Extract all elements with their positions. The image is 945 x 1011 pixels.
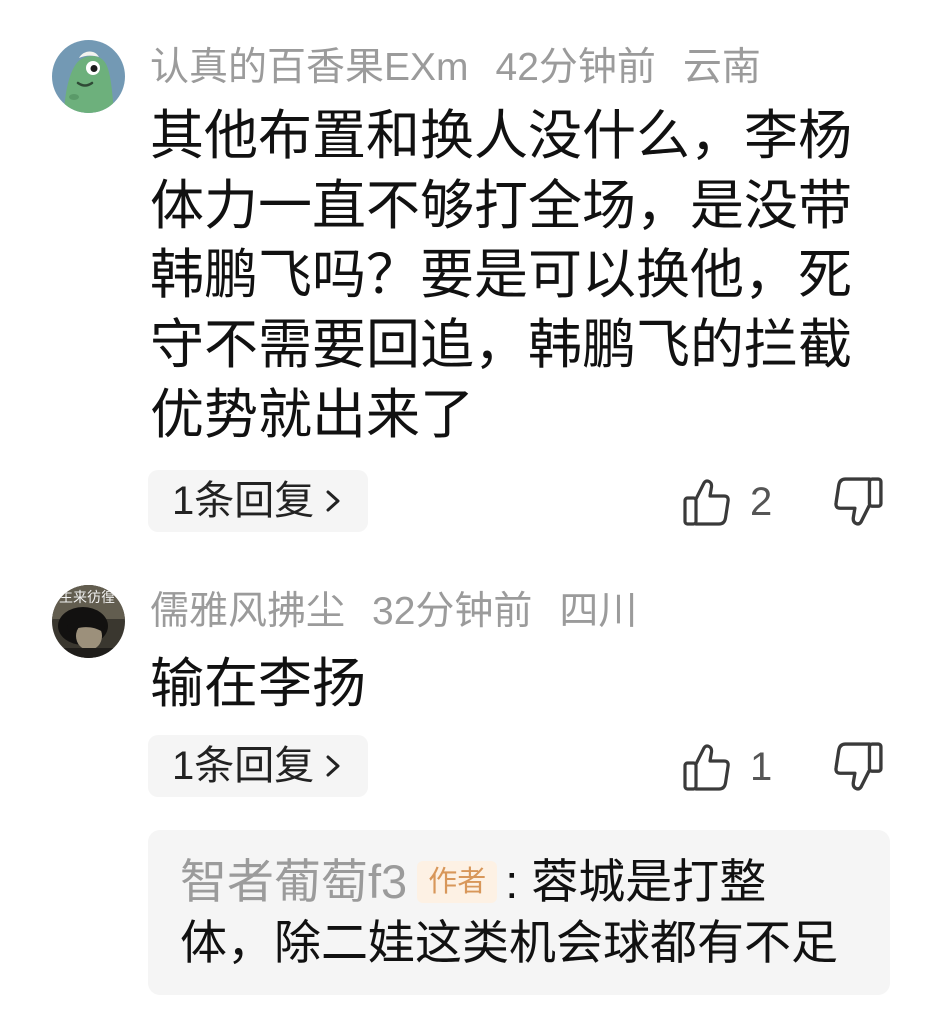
- reply-text-line: 体，除二娃这类机会球都有不足: [180, 916, 838, 969]
- thumbs-up-icon: [683, 744, 730, 791]
- dislike-button[interactable]: [833, 742, 883, 792]
- author-badge: 作者: [417, 860, 498, 903]
- view-replies-button[interactable]: 1条回复: [148, 735, 368, 797]
- comment-content: 输在李扬: [150, 650, 366, 720]
- photo-avatar-icon: 生来彷徨: [52, 585, 125, 658]
- comment-content-line: 优势就出来了: [150, 384, 474, 445]
- thumbs-up-icon: [683, 479, 730, 526]
- like-button[interactable]: [683, 743, 731, 791]
- dislike-button[interactable]: [833, 477, 883, 527]
- username[interactable]: 认真的百香果EXm: [150, 45, 469, 91]
- comment-content-line: 体力一直不够打全场，是没带: [150, 175, 852, 236]
- thumbs-down-icon: [834, 477, 883, 526]
- view-replies-label: 1条回复: [172, 479, 315, 523]
- comment-meta: 认真的百香果EXm 42分钟前 云南: [150, 45, 761, 91]
- like-count: 1: [750, 745, 773, 789]
- like-count: 2: [750, 480, 773, 524]
- comment-content-line: 守不需要回追，韩鹏飞的拦截: [150, 315, 852, 376]
- comment-content-line: 韩鹏飞吗？要是可以换他，死: [150, 245, 852, 306]
- avatar-overlay-text: 生来彷徨: [59, 590, 115, 606]
- reply-preview-line: 智者葡萄f3 作者 : 蓉城是打整: [180, 851, 766, 912]
- comment-location: 四川: [559, 590, 638, 633]
- like-button[interactable]: [683, 478, 731, 526]
- comment-time: 32分钟前: [372, 590, 533, 633]
- comment-content-line: 其他布置和换人没什么，李杨: [150, 106, 852, 166]
- comment-location: 云南: [682, 46, 761, 89]
- comment-meta: 儒雅风拂尘 32分钟前 四川: [150, 589, 637, 635]
- view-replies-label: 1条回复: [172, 744, 315, 788]
- user-avatar[interactable]: [52, 40, 125, 113]
- username[interactable]: 儒雅风拂尘: [150, 589, 345, 635]
- reply-author[interactable]: 智者葡萄f3: [180, 851, 407, 912]
- chevron-right-icon: [326, 755, 340, 777]
- reply-text-line: 蓉城是打整: [531, 855, 767, 908]
- comment-time: 42分钟前: [495, 46, 656, 89]
- view-replies-button[interactable]: 1条回复: [148, 470, 368, 532]
- comment-content: 其他布置和换人没什么，李杨 体力一直不够打全场，是没带 韩鹏飞吗？要是可以换他，…: [150, 102, 852, 450]
- reply-separator: :: [505, 855, 519, 908]
- comment-list: 认真的百香果EXm 42分钟前 云南 其他布置和换人没什么，李杨 体力一直不够打…: [0, 0, 945, 1011]
- green-dinosaur-avatar-icon: [52, 40, 125, 113]
- comment-content-line: 输在李扬: [150, 654, 366, 714]
- thumbs-down-icon: [834, 742, 883, 791]
- chevron-right-icon: [326, 490, 340, 512]
- reply-preview[interactable]: 智者葡萄f3 作者 : 蓉城是打整 体，除二娃这类机会球都有不足: [148, 830, 890, 995]
- user-avatar[interactable]: 生来彷徨: [52, 585, 125, 658]
